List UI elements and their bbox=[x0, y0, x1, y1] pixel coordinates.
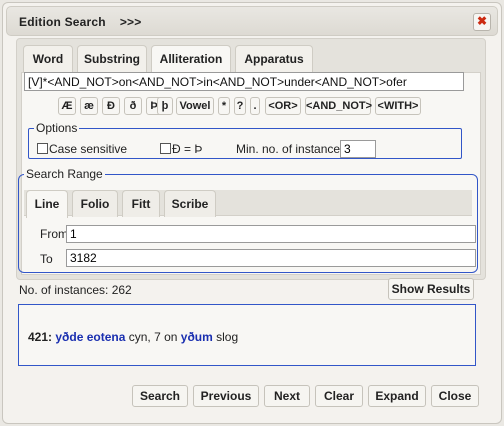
result-text-2: slog bbox=[212, 330, 239, 344]
clear-button[interactable]: Clear bbox=[315, 385, 363, 407]
search-range-legend: Search Range bbox=[26, 167, 103, 181]
close-icon[interactable]: ✖ bbox=[473, 13, 491, 31]
to-label: To bbox=[40, 252, 53, 266]
title-arrows: >>> bbox=[119, 15, 142, 29]
options-legend: Options bbox=[36, 121, 78, 135]
key-with[interactable]: <WITH> bbox=[375, 97, 421, 115]
query-input[interactable] bbox=[24, 72, 464, 91]
min-instances-label: Min. no. of instances bbox=[236, 142, 347, 156]
search-button[interactable]: Search bbox=[132, 385, 188, 407]
dialog-title: Edition Search >>> bbox=[19, 15, 141, 29]
tab-alliteration[interactable]: Alliteration bbox=[151, 45, 231, 74]
eth-thorn-label: Ð = Þ bbox=[172, 142, 203, 156]
key-question[interactable]: ? bbox=[234, 97, 246, 115]
previous-button[interactable]: Previous bbox=[193, 385, 259, 407]
key-thorn-lower[interactable]: þ bbox=[157, 97, 173, 115]
min-instances-input[interactable] bbox=[340, 140, 376, 158]
key-and-not[interactable]: <AND_NOT> bbox=[305, 97, 372, 115]
show-results-button[interactable]: Show Results bbox=[388, 278, 474, 300]
dialog-title-text: Edition Search bbox=[19, 15, 106, 29]
range-tab-folio[interactable]: Folio bbox=[72, 190, 118, 217]
range-tab-line[interactable]: Line bbox=[26, 190, 68, 218]
result-row[interactable]: 421: yðde eotena cyn, 7 on yðum slog bbox=[28, 330, 238, 344]
key-eth-lower[interactable]: ð bbox=[124, 97, 142, 115]
results-panel[interactable]: 421: yðde eotena cyn, 7 on yðum slog bbox=[18, 304, 476, 366]
case-sensitive-checkbox[interactable] bbox=[37, 143, 48, 154]
case-sensitive-label: Case sensitive bbox=[49, 142, 128, 156]
result-line-number: 421: bbox=[28, 330, 53, 344]
range-tab-fitt[interactable]: Fitt bbox=[122, 190, 160, 217]
result-text-1: cyn, 7 on bbox=[125, 330, 181, 344]
key-eth-upper[interactable]: Ð bbox=[102, 97, 120, 115]
tab-word[interactable]: Word bbox=[23, 45, 73, 73]
key-asterisk[interactable]: * bbox=[218, 97, 230, 115]
range-tab-scribe[interactable]: Scribe bbox=[164, 190, 216, 217]
result-highlight-1: yðde eotena bbox=[55, 330, 126, 344]
title-bar[interactable]: Edition Search >>> ✖ bbox=[6, 6, 498, 36]
key-vowel[interactable]: Vowel bbox=[176, 97, 214, 115]
result-highlight-2: yðum bbox=[180, 330, 213, 344]
key-AE-upper[interactable]: Æ bbox=[58, 97, 76, 115]
close-button[interactable]: Close bbox=[431, 385, 479, 407]
to-input[interactable] bbox=[66, 249, 476, 267]
expand-button[interactable]: Expand bbox=[368, 385, 426, 407]
next-button[interactable]: Next bbox=[264, 385, 310, 407]
tab-apparatus[interactable]: Apparatus bbox=[235, 45, 313, 73]
instances-count: No. of instances: 262 bbox=[19, 283, 132, 297]
eth-thorn-checkbox[interactable] bbox=[160, 143, 171, 154]
key-ae-lower[interactable]: æ bbox=[80, 97, 98, 115]
from-label: From bbox=[40, 227, 68, 241]
key-period[interactable]: . bbox=[250, 97, 260, 115]
from-input[interactable] bbox=[66, 225, 476, 243]
key-or[interactable]: <OR> bbox=[265, 97, 301, 115]
tab-substring[interactable]: Substring bbox=[77, 45, 147, 73]
